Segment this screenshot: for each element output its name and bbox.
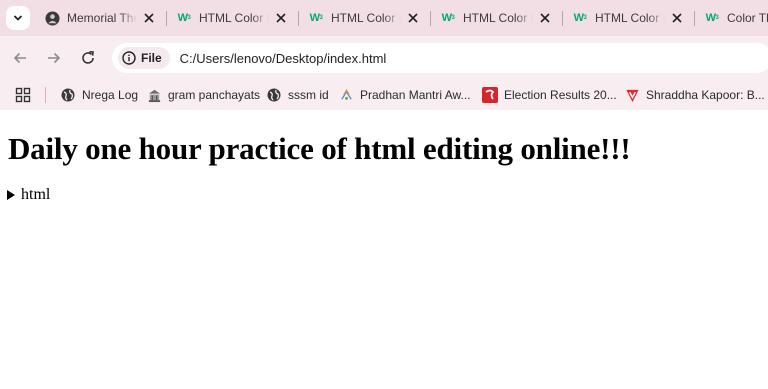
tab-strip: Memorial The W3 HTML Color N W3 HTML Col… [0,0,768,36]
tab-html-color-4[interactable]: W3 HTML Color N [572,4,684,32]
memorial-favicon-icon [44,10,60,26]
close-tab-icon[interactable] [670,11,684,25]
site-info-chip[interactable]: File [118,47,170,69]
bookmark-label: Election Results 20... [504,88,617,102]
w3schools-icon: W3 [441,12,455,24]
tab-html-color-1[interactable]: W3 HTML Color N [176,4,288,32]
tab-title: HTML Color N [595,11,665,25]
chevron-down-icon [13,15,23,21]
election-icon [482,87,498,103]
bookmark-nrega-log[interactable]: Nrega Log [60,85,138,105]
tab-title: Color Th [727,11,768,25]
bookmark-label: Pradhan Mantri Aw... [360,88,471,102]
tab-title: Memorial The [67,11,137,25]
page-heading: Daily one hour practice of html editing … [8,131,631,166]
forward-button[interactable] [44,48,64,68]
globe-icon [60,87,76,103]
close-tab-icon[interactable] [142,11,156,25]
tab-separator [166,11,167,26]
bookmark-label: Shraddha Kapoor: B... [646,88,765,102]
bookmark-label: sssm id [288,88,329,102]
bookmark-gram-panchayats[interactable]: gram panchayats [146,85,260,105]
tab-memorial[interactable]: Memorial The [44,4,156,32]
w3schools-icon: W3 [573,12,587,24]
tab-separator [562,11,563,26]
close-tab-icon[interactable] [274,11,288,25]
vivaldi-icon [624,87,640,103]
reload-icon [82,51,94,64]
bookmark-election-results[interactable]: Election Results 20... [482,85,617,105]
w3schools-icon: W3 [309,12,323,24]
building-icon [146,87,162,103]
arrow-left-icon [13,52,26,64]
info-icon [122,51,136,65]
pmay-icon [338,87,354,103]
tab-title: HTML Color N [463,11,533,25]
page-content: Daily one hour practice of html editing … [0,110,768,389]
bookmark-label: gram panchayats [168,88,261,102]
tab-html-color-2[interactable]: W3 HTML Color N [308,4,420,32]
bookmarks-bar: Nrega Log gram panchayats sssm id Pradha… [0,80,768,110]
bookmark-shraddha-kapoor[interactable]: Shraddha Kapoor: B... [624,85,765,105]
disclosure-triangle-icon[interactable] [7,190,15,200]
bookmarks-separator [45,87,46,103]
tab-separator [694,11,695,26]
tab-separator [298,11,299,26]
bookmark-label: Nrega Log [82,88,139,102]
close-tab-icon[interactable] [538,11,552,25]
details-disclosure[interactable]: html [7,186,50,204]
tab-search-button[interactable] [6,6,30,30]
toolbar: File C:/Users/lenovo/Desktop/index.html [0,36,768,80]
details-summary[interactable]: html [21,186,50,204]
tab-title: HTML Color N [199,11,269,25]
bookmark-sssm-id[interactable]: sssm id [266,85,329,105]
url-text[interactable]: C:/Users/lenovo/Desktop/index.html [180,51,387,66]
w3schools-icon: W3 [177,12,191,24]
globe-icon [266,87,282,103]
close-tab-icon[interactable] [406,11,420,25]
w3schools-icon: W3 [705,12,719,24]
address-bar[interactable]: File C:/Users/lenovo/Desktop/index.html [112,43,768,73]
tab-title: HTML Color N [331,11,401,25]
tab-color-theory[interactable]: W3 Color Th [704,4,768,32]
site-info-label: File [141,51,162,65]
tab-html-color-3[interactable]: W3 HTML Color N [440,4,552,32]
arrow-right-icon [48,52,61,64]
reload-button[interactable] [78,48,98,68]
tab-separator [430,11,431,26]
back-button[interactable] [10,48,30,68]
bookmark-pradhan-mantri[interactable]: Pradhan Mantri Aw... [338,85,471,105]
apps-grid-icon[interactable] [15,87,31,103]
